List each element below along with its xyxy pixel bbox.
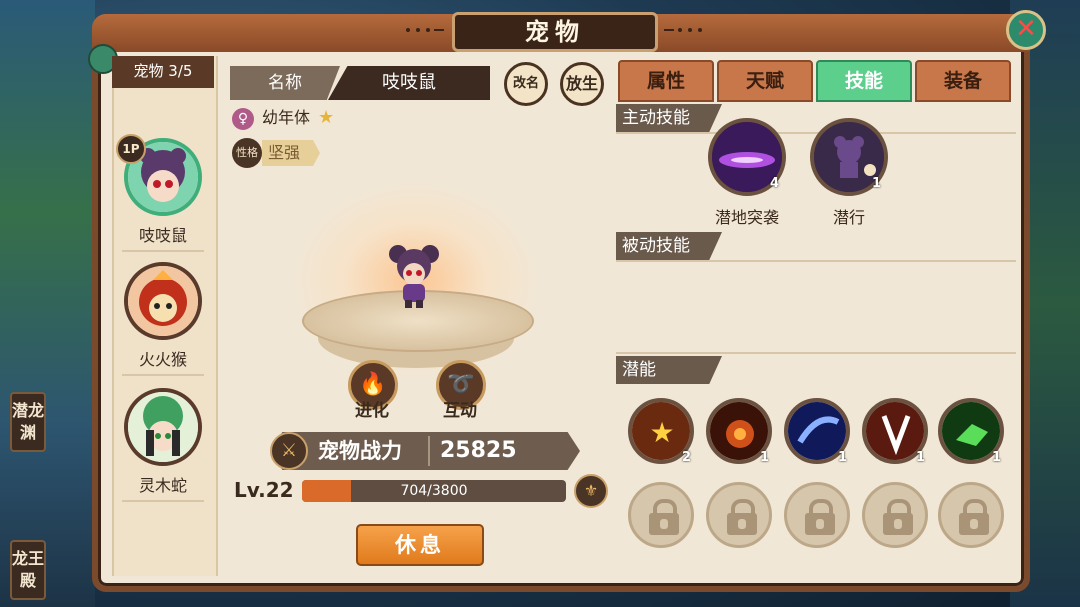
release-button[interactable]: 放生 <box>560 62 604 106</box>
stage-text: 幼年体 <box>262 108 311 127</box>
skill-count: 4 <box>770 176 780 191</box>
pet-sprite[interactable] <box>386 242 442 312</box>
window-title: 宠物 <box>452 12 658 52</box>
svg-text:★: ★ <box>649 416 674 449</box>
skill-count: 1 <box>872 176 882 191</box>
name-value: 吱吱鼠 <box>328 66 490 100</box>
skill-name: 潜地突袭 <box>714 208 779 227</box>
pet-name: 吱吱鼠 <box>138 226 187 245</box>
divider <box>122 500 204 502</box>
pet-list-item[interactable]: 灵木蛇 <box>112 388 214 506</box>
power-bar <box>270 432 580 470</box>
pet-list-item[interactable]: 火火猴 <box>112 262 214 380</box>
tab-talent[interactable]: 天赋 <box>717 60 813 102</box>
passive-skills-title: 被动技能 <box>616 232 722 260</box>
divider <box>616 132 1016 134</box>
star-icon: ★ <box>318 107 335 128</box>
potential-count: 1 <box>992 450 1002 465</box>
divider <box>616 352 1016 354</box>
divider <box>122 250 204 252</box>
interact-label: 互动 <box>443 401 477 421</box>
side-tab-longwangdian[interactable]: 龙王殿 <box>10 540 46 600</box>
player-badge: 1P <box>116 134 146 164</box>
divider <box>428 436 430 466</box>
xp-bar: 704/3800 <box>302 480 566 502</box>
close-button[interactable]: ✕ <box>1006 10 1046 50</box>
potential-count: 1 <box>916 450 926 465</box>
active-skills-title: 主动技能 <box>616 104 722 132</box>
side-tab-qianlongyuan[interactable]: 潜龙渊 <box>10 392 46 452</box>
potential-title: 潜能 <box>616 356 722 384</box>
evolve-label: 进化 <box>355 401 389 421</box>
divider <box>122 374 204 376</box>
pet-list-item[interactable]: 1P 吱吱鼠 <box>112 134 214 256</box>
tab-attributes[interactable]: 属性 <box>618 60 714 102</box>
potential-count: 1 <box>838 450 848 465</box>
pet-name: 火火猴 <box>138 350 187 369</box>
pet-avatar <box>124 388 202 466</box>
title-ornament-icon <box>664 28 702 32</box>
power-value: 25825 <box>440 438 517 463</box>
locked-slot-icon[interactable] <box>628 482 694 548</box>
xp-text: 704/3800 <box>400 483 468 499</box>
pet-avatar <box>124 262 202 340</box>
locked-slot-icon[interactable] <box>706 482 772 548</box>
trait-value: 坚强 <box>262 140 321 166</box>
locked-slot-icon[interactable] <box>862 482 928 548</box>
tab-skills[interactable]: 技能 <box>816 60 912 102</box>
locked-slot-icon[interactable] <box>784 482 850 548</box>
title-ornament-icon <box>406 28 444 32</box>
rest-button[interactable]: 休息 <box>356 524 484 566</box>
rename-button[interactable]: 改名 <box>504 62 548 106</box>
tab-equipment[interactable]: 装备 <box>915 60 1011 102</box>
name-label: 名称 <box>230 66 340 100</box>
pet-stage: ♀ 幼年体 ★ <box>232 106 334 130</box>
upgrade-button[interactable]: ⚜ <box>574 474 608 508</box>
sword-icon: ⚔ <box>270 432 308 470</box>
pet-count: 宠物 3/5 <box>112 56 214 88</box>
background-left <box>0 0 95 607</box>
female-icon: ♀ <box>232 107 254 130</box>
pet-name-bar: 名称 吱吱鼠 <box>230 66 490 100</box>
locked-slot-icon[interactable] <box>938 482 1004 548</box>
pet-level: Lv.22 <box>234 478 294 502</box>
pet-trait: 性格 坚强 <box>232 138 321 168</box>
potential-count: 2 <box>682 450 692 465</box>
potential-count: 1 <box>760 450 770 465</box>
divider <box>616 260 1016 262</box>
trait-key: 性格 <box>232 138 262 168</box>
pet-name: 灵木蛇 <box>138 476 187 495</box>
skill-name: 潜行 <box>832 208 865 227</box>
power-label: 宠物战力 <box>318 439 402 463</box>
